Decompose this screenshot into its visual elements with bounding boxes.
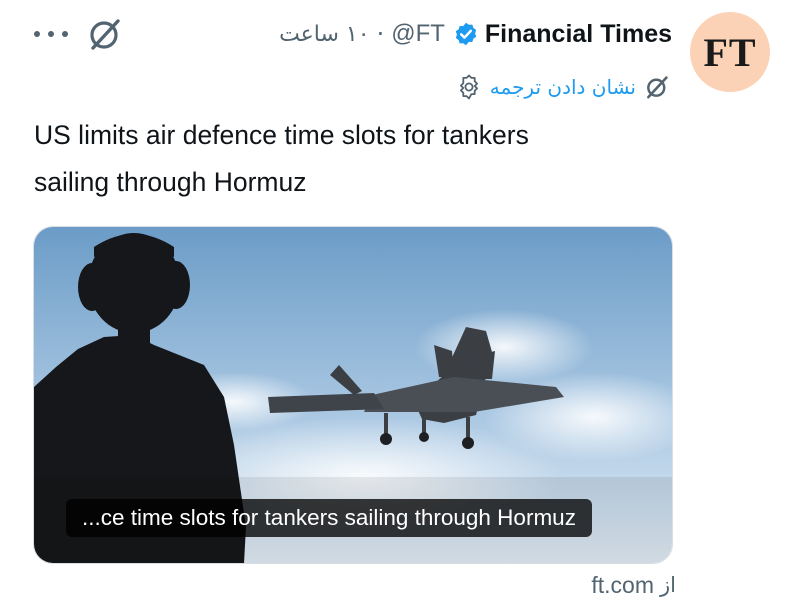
link-card[interactable]: ...ce time slots for tankers sailing thr… bbox=[33, 226, 673, 564]
tweet-text-line: sailing through Hormuz bbox=[34, 167, 307, 197]
translate-settings-icon[interactable] bbox=[456, 74, 482, 100]
card-caption: ...ce time slots for tankers sailing thr… bbox=[66, 499, 592, 537]
show-translation-link[interactable]: نشان دادن ترجمه bbox=[490, 75, 636, 99]
verified-icon bbox=[455, 22, 477, 46]
source-prefix: از bbox=[660, 573, 676, 597]
more-dot bbox=[34, 31, 40, 37]
avatar[interactable]: FT bbox=[690, 12, 770, 92]
tweet-header: ۱۰ ساعت · @FT Financial Times bbox=[279, 16, 672, 52]
more-dot bbox=[48, 31, 54, 37]
author-handle[interactable]: @FT bbox=[391, 20, 445, 48]
source-domain: ft.com bbox=[591, 571, 655, 598]
show-translation-row: نشان دادن ترجمه bbox=[456, 70, 670, 104]
tweet-text: US limits air defence time slots for tan… bbox=[34, 112, 654, 206]
grok-icon[interactable] bbox=[88, 16, 122, 52]
more-dot bbox=[62, 31, 68, 37]
avatar-logo-text: FT bbox=[703, 29, 757, 75]
meta-separator: · bbox=[376, 20, 385, 48]
author-name[interactable]: Financial Times bbox=[485, 20, 672, 49]
more-icon[interactable] bbox=[34, 22, 68, 46]
timestamp[interactable]: ۱۰ ساعت bbox=[279, 22, 370, 47]
grok-icon bbox=[647, 76, 668, 99]
tweet-text-line: US limits air defence time slots for tan… bbox=[34, 120, 529, 150]
card-source[interactable]: ft.com از bbox=[591, 568, 676, 602]
